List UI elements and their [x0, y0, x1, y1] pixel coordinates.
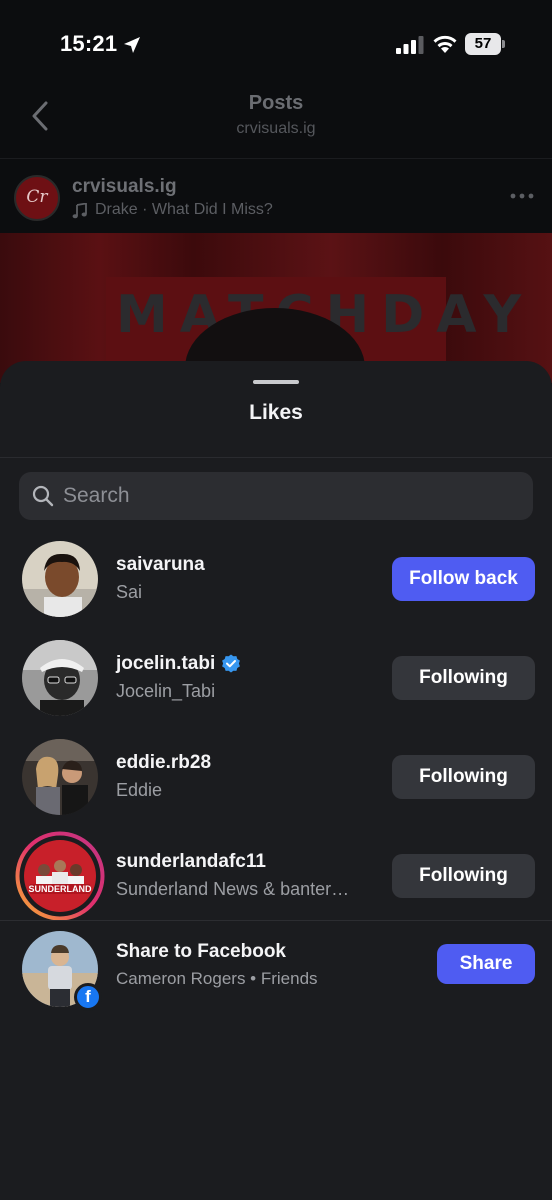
user-row-jocelin-tabi[interactable]: jocelin.tabi Jocelin_Tabi Following: [0, 629, 552, 725]
posts-header: Posts crvisuals.ig: [0, 80, 552, 158]
share-divider: [0, 920, 552, 921]
avatar[interactable]: SUNDERLAND: [24, 840, 96, 912]
username-text: jocelin.tabi: [116, 653, 216, 674]
share-title: Share to Facebook: [116, 941, 286, 962]
search-input[interactable]: [63, 472, 523, 520]
avatar-logo-text: SUNDERLAND: [29, 884, 93, 894]
status-bar: 15:21 57: [0, 0, 552, 90]
battery-tip: [502, 40, 505, 48]
more-options-icon[interactable]: [510, 192, 534, 200]
battery-level: 57: [465, 33, 501, 55]
display-name: Eddie: [116, 780, 163, 800]
display-name: Sunderland News & banter…: [116, 879, 350, 899]
signal-icon: [396, 36, 424, 54]
facebook-icon: f: [74, 983, 102, 1011]
post-username[interactable]: crvisuals.ig: [72, 176, 177, 198]
following-button[interactable]: Following: [392, 656, 535, 700]
status-time: 15:21: [60, 31, 118, 56]
username-text: sunderlandafc11: [116, 851, 266, 872]
post-avatar-logo: Cr: [26, 187, 48, 207]
sheet-divider: [0, 457, 552, 458]
username[interactable]: saivaruna: [116, 554, 205, 576]
share-button[interactable]: Share: [437, 944, 535, 984]
post-author-row: Cr crvisuals.ig Drake · What Did I Miss?: [0, 166, 552, 232]
username[interactable]: sunderlandafc11: [116, 851, 266, 873]
username-text: saivaruna: [116, 554, 205, 575]
sheet-grabber[interactable]: [253, 380, 299, 384]
follow-back-button[interactable]: Follow back: [392, 557, 535, 601]
user-row-eddie-rb28[interactable]: eddie.rb28 Eddie Following: [0, 728, 552, 824]
user-row-sunderlandafc11[interactable]: SUNDERLAND sunderlandafc11 Sunderland Ne…: [0, 827, 552, 923]
sheet-title: Likes: [249, 401, 303, 424]
post-song[interactable]: Drake · What Did I Miss?: [95, 201, 273, 219]
verified-badge-icon: [222, 654, 241, 673]
share-subtitle: Cameron Rogers • Friends: [116, 969, 318, 988]
page-subtitle: crvisuals.ig: [236, 120, 316, 137]
display-name: Sai: [116, 582, 143, 602]
username[interactable]: jocelin.tabi: [116, 653, 241, 675]
post-author-avatar[interactable]: Cr: [14, 175, 60, 221]
location-arrow-icon: [124, 37, 140, 53]
search-icon: [32, 485, 54, 507]
likes-sheet: Likes saivaruna Sai Follow back: [0, 361, 552, 1200]
wifi-icon: [433, 35, 457, 53]
avatar[interactable]: [22, 640, 98, 716]
share-to-facebook-row[interactable]: f Share to Facebook Cameron Rogers • Fri…: [0, 927, 552, 1023]
music-note-icon: [72, 203, 87, 219]
page-title: Posts: [248, 92, 304, 114]
battery-icon: 57: [465, 33, 505, 57]
avatar[interactable]: [22, 739, 98, 815]
following-button[interactable]: Following: [392, 854, 535, 898]
display-name: Jocelin_Tabi: [116, 681, 216, 701]
following-button[interactable]: Following: [392, 755, 535, 799]
user-row-saivaruna[interactable]: saivaruna Sai Follow back: [0, 530, 552, 626]
search-bar[interactable]: [19, 472, 533, 520]
username[interactable]: eddie.rb28: [116, 752, 211, 774]
username-text: eddie.rb28: [116, 752, 212, 773]
header-divider: [0, 158, 552, 159]
avatar[interactable]: [22, 541, 98, 617]
